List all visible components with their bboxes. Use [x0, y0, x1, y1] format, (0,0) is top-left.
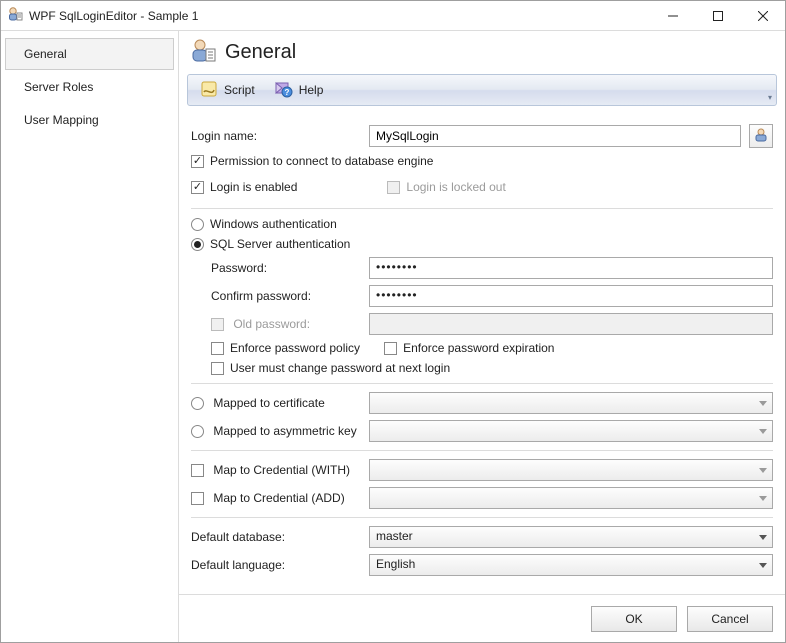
- password-label: Password:: [191, 261, 361, 275]
- mapped-cert-combo: [369, 392, 773, 414]
- footer: OK Cancel: [179, 594, 785, 642]
- help-label: Help: [299, 83, 324, 97]
- permission-connect-checkbox[interactable]: [191, 155, 204, 168]
- cancel-button[interactable]: Cancel: [687, 606, 773, 632]
- ok-button[interactable]: OK: [591, 606, 677, 632]
- map-cred-with-checkbox[interactable]: [191, 464, 204, 477]
- default-db-label: Default database:: [191, 530, 361, 544]
- confirm-password-label: Confirm password:: [191, 289, 361, 303]
- maximize-button[interactable]: [695, 1, 740, 30]
- map-cred-add-checkbox[interactable]: [191, 492, 204, 505]
- mapped-asym-combo: [369, 420, 773, 442]
- window: WPF SqlLoginEditor - Sample 1 General Se…: [0, 0, 786, 643]
- chevron-down-icon: [759, 491, 767, 505]
- old-password-checkbox: [211, 318, 224, 331]
- close-button[interactable]: [740, 1, 785, 30]
- map-cred-with-combo: [369, 459, 773, 481]
- enforce-expiration-checkbox[interactable]: [384, 342, 397, 355]
- toolbar: Script ? Help ▾: [187, 74, 777, 106]
- password-input[interactable]: ••••••••: [369, 257, 773, 279]
- default-lang-label: Default language:: [191, 558, 361, 572]
- chevron-down-icon: [759, 530, 767, 544]
- script-button[interactable]: Script: [194, 78, 261, 103]
- toolbar-overflow-icon[interactable]: ▾: [768, 93, 772, 102]
- sql-auth-label: SQL Server authentication: [210, 237, 350, 251]
- permission-connect-label: Permission to connect to database engine: [210, 154, 433, 168]
- page-title: General: [225, 41, 296, 64]
- form: Login name: Permission to connect to dat…: [179, 110, 785, 594]
- page-header: General: [179, 31, 785, 70]
- body: General Server Roles User Mapping Genera…: [1, 31, 785, 642]
- person-icon: [753, 127, 769, 146]
- mapped-asym-label: Mapped to asymmetric key: [213, 424, 356, 438]
- windows-auth-label: Windows authentication: [210, 217, 337, 231]
- login-locked-checkbox: [387, 181, 400, 194]
- login-locked-label: Login is locked out: [406, 180, 505, 194]
- chevron-down-icon: [759, 558, 767, 572]
- mapped-cert-radio[interactable]: [191, 397, 204, 410]
- help-icon: ?: [273, 80, 293, 101]
- map-cred-add-combo: [369, 487, 773, 509]
- script-icon: [200, 80, 218, 101]
- sidebar-item-general[interactable]: General: [5, 38, 174, 70]
- old-password-input: [369, 313, 773, 335]
- chevron-down-icon: [759, 463, 767, 477]
- must-change-checkbox[interactable]: [211, 362, 224, 375]
- chevron-down-icon: [759, 396, 767, 410]
- minimize-button[interactable]: [650, 1, 695, 30]
- login-name-input[interactable]: [369, 125, 741, 147]
- help-button[interactable]: ? Help: [267, 78, 330, 103]
- main: General Script ? Help ▾: [179, 31, 785, 642]
- old-password-label: Old password:: [233, 317, 310, 331]
- must-change-label: User must change password at next login: [230, 361, 450, 375]
- login-enabled-label: Login is enabled: [210, 180, 297, 194]
- sql-auth-radio[interactable]: [191, 238, 204, 251]
- chevron-down-icon: [759, 424, 767, 438]
- default-lang-combo[interactable]: English: [369, 554, 773, 576]
- login-enabled-checkbox[interactable]: [191, 181, 204, 194]
- windows-auth-radio[interactable]: [191, 218, 204, 231]
- confirm-password-input[interactable]: ••••••••: [369, 285, 773, 307]
- mapped-cert-label: Mapped to certificate: [213, 396, 324, 410]
- map-cred-add-label: Map to Credential (ADD): [213, 491, 344, 505]
- script-label: Script: [224, 83, 255, 97]
- enforce-policy-label: Enforce password policy: [230, 341, 360, 355]
- map-cred-with-label: Map to Credential (WITH): [213, 463, 350, 477]
- enforce-policy-checkbox[interactable]: [211, 342, 224, 355]
- svg-text:?: ?: [284, 88, 289, 97]
- default-db-combo[interactable]: master: [369, 526, 773, 548]
- browse-login-button[interactable]: [749, 124, 773, 148]
- enforce-expiration-label: Enforce password expiration: [403, 341, 554, 355]
- user-icon: [189, 37, 217, 68]
- mapped-asym-radio[interactable]: [191, 425, 204, 438]
- sidebar-item-user-mapping[interactable]: User Mapping: [5, 104, 174, 136]
- titlebar: WPF SqlLoginEditor - Sample 1: [1, 1, 785, 31]
- login-name-label: Login name:: [191, 129, 361, 143]
- window-title: WPF SqlLoginEditor - Sample 1: [29, 9, 198, 23]
- sidebar-item-server-roles[interactable]: Server Roles: [5, 71, 174, 103]
- sidebar: General Server Roles User Mapping: [1, 31, 179, 642]
- app-icon: [7, 6, 23, 25]
